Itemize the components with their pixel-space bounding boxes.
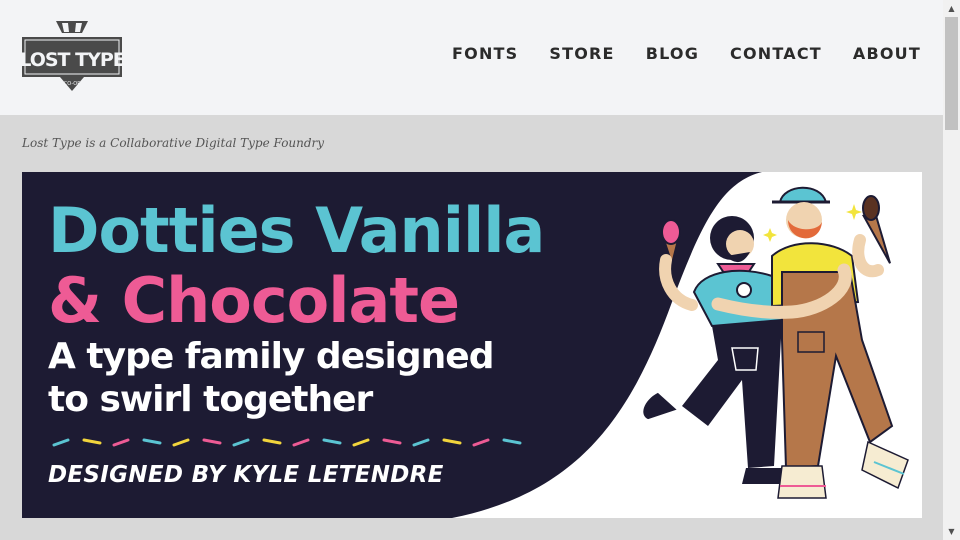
banner-subtitle-line1: A type family designed	[48, 336, 494, 377]
nav-blog[interactable]: BLOG	[646, 44, 699, 63]
site-tagline: Lost Type is a Collaborative Digital Typ…	[22, 136, 325, 150]
main-nav: FONTS STORE BLOG CONTACT ABOUT	[452, 44, 921, 63]
ice-cream-couple-illustration	[641, 186, 909, 499]
banner-subtitle-line2: to swirl together	[48, 379, 373, 420]
site-header: LOST TYPE CO-OP FONTS STORE BLOG CONTACT…	[0, 0, 943, 115]
banner-title-chocolate: & Chocolate	[48, 264, 460, 337]
nav-about[interactable]: ABOUT	[853, 44, 921, 63]
scroll-up-arrow-icon[interactable]: ▲	[943, 0, 960, 17]
banner-title-vanilla: Dotties Vanilla	[48, 194, 545, 267]
nav-fonts[interactable]: FONTS	[452, 44, 518, 63]
vertical-scrollbar[interactable]: ▲ ▼	[943, 0, 960, 540]
left-figure	[641, 216, 790, 484]
scroll-thumb[interactable]	[945, 17, 958, 130]
nav-store[interactable]: STORE	[549, 44, 614, 63]
banner-designer-credit: DESIGNED BY KYLE LETENDRE	[48, 462, 444, 488]
nav-contact[interactable]: CONTACT	[730, 44, 822, 63]
sprinkle-divider	[52, 438, 522, 447]
svg-text:LOST TYPE: LOST TYPE	[22, 49, 122, 71]
lost-type-logo[interactable]: LOST TYPE CO-OP	[22, 19, 122, 93]
scroll-down-arrow-icon[interactable]: ▼	[943, 523, 960, 540]
featured-font-banner[interactable]: Dotties Vanilla & Chocolate A type famil…	[22, 172, 922, 518]
svg-text:CO-OP: CO-OP	[64, 81, 80, 87]
